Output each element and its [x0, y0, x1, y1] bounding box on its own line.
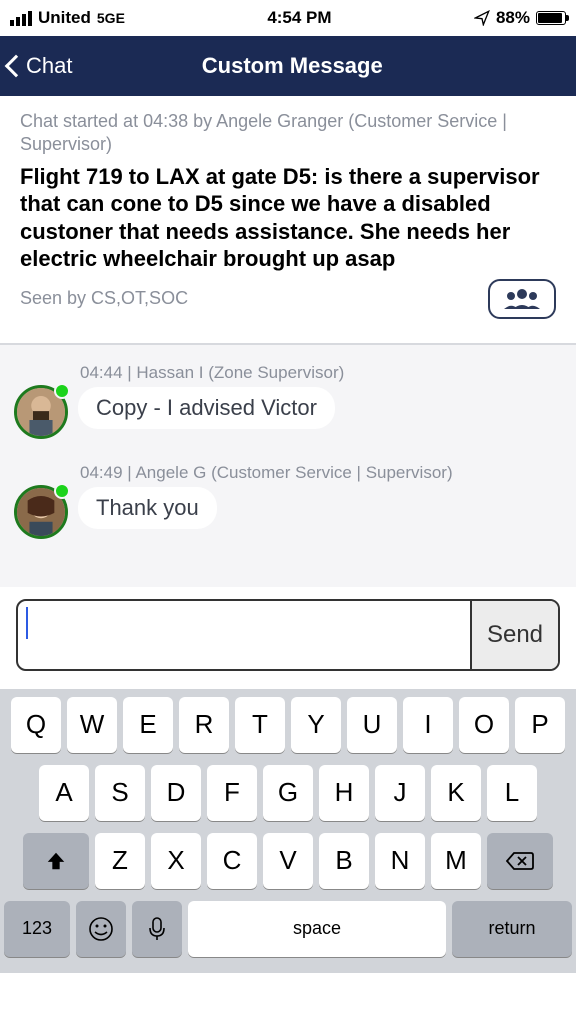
- avatar-wrap[interactable]: [14, 485, 68, 539]
- status-left: United 5GE: [10, 8, 125, 28]
- message-list[interactable]: 04:44 | Hassan I (Zone Supervisor) Copy …: [0, 345, 576, 587]
- presence-dot-icon: [54, 483, 70, 499]
- key-row-3: Z X C V B N M: [4, 833, 572, 889]
- carrier-label: United: [38, 8, 91, 28]
- key-s[interactable]: S: [95, 765, 145, 821]
- key-row-2: A S D F G H J K L: [4, 765, 572, 821]
- key-g[interactable]: G: [263, 765, 313, 821]
- key-v[interactable]: V: [263, 833, 313, 889]
- key-p[interactable]: P: [515, 697, 565, 753]
- key-j[interactable]: J: [375, 765, 425, 821]
- message-input-wrap: Send: [16, 599, 560, 671]
- avatar-wrap[interactable]: [14, 385, 68, 439]
- message-input[interactable]: [18, 601, 470, 669]
- key-k[interactable]: K: [431, 765, 481, 821]
- message-row: 04:49 | Angele G (Customer Service | Sup…: [14, 463, 562, 539]
- chat-header: Chat started at 04:38 by Angele Granger …: [0, 96, 576, 329]
- message-bubble[interactable]: Copy - I advised Victor: [78, 387, 335, 429]
- backspace-icon: [506, 851, 534, 871]
- key-i[interactable]: I: [403, 697, 453, 753]
- key-l[interactable]: L: [487, 765, 537, 821]
- key-b[interactable]: B: [319, 833, 369, 889]
- key-d[interactable]: D: [151, 765, 201, 821]
- mic-icon: [148, 916, 166, 942]
- group-icon: [502, 287, 542, 311]
- key-c[interactable]: C: [207, 833, 257, 889]
- key-t[interactable]: T: [235, 697, 285, 753]
- clock: 4:54 PM: [125, 8, 474, 28]
- initial-message: Flight 719 to LAX at gate D5: is there a…: [20, 163, 556, 273]
- message-meta: 04:49 | Angele G (Customer Service | Sup…: [80, 463, 453, 483]
- key-q[interactable]: Q: [11, 697, 61, 753]
- key-o[interactable]: O: [459, 697, 509, 753]
- nav-bar: Chat Custom Message: [0, 36, 576, 96]
- key-e[interactable]: E: [123, 697, 173, 753]
- text-cursor-icon: [26, 607, 28, 639]
- battery-pct: 88%: [496, 8, 530, 28]
- input-bar: Send: [0, 587, 576, 689]
- key-row-1: Q W E R T Y U I O P: [4, 697, 572, 753]
- key-z[interactable]: Z: [95, 833, 145, 889]
- key-space[interactable]: space: [188, 901, 446, 957]
- emoji-icon: [88, 916, 114, 942]
- key-dictation[interactable]: [132, 901, 182, 957]
- status-right: 88%: [474, 8, 566, 28]
- key-h[interactable]: H: [319, 765, 369, 821]
- key-return[interactable]: return: [452, 901, 572, 957]
- key-n[interactable]: N: [375, 833, 425, 889]
- key-emoji[interactable]: [76, 901, 126, 957]
- shift-icon: [45, 850, 67, 872]
- key-r[interactable]: R: [179, 697, 229, 753]
- seen-by-label: Seen by CS,OT,SOC: [20, 288, 188, 309]
- status-bar: United 5GE 4:54 PM 88%: [0, 0, 576, 36]
- message-bubble[interactable]: Thank you: [78, 487, 217, 529]
- network-label: 5GE: [97, 10, 125, 26]
- presence-dot-icon: [54, 383, 70, 399]
- page-title: Custom Message: [16, 53, 568, 79]
- key-f[interactable]: F: [207, 765, 257, 821]
- key-m[interactable]: M: [431, 833, 481, 889]
- signal-icon: [10, 11, 32, 26]
- key-x[interactable]: X: [151, 833, 201, 889]
- key-row-4: 123 space return: [4, 901, 572, 957]
- battery-icon: [536, 11, 566, 25]
- key-a[interactable]: A: [39, 765, 89, 821]
- message-row: 04:44 | Hassan I (Zone Supervisor) Copy …: [14, 363, 562, 439]
- message-meta: 04:44 | Hassan I (Zone Supervisor): [80, 363, 344, 383]
- send-button[interactable]: Send: [470, 601, 558, 669]
- participants-button[interactable]: [488, 279, 556, 319]
- key-y[interactable]: Y: [291, 697, 341, 753]
- key-backspace[interactable]: [487, 833, 553, 889]
- chat-started-label: Chat started at 04:38 by Angele Granger …: [20, 110, 556, 157]
- key-shift[interactable]: [23, 833, 89, 889]
- keyboard: Q W E R T Y U I O P A S D F G H J K L Z …: [0, 689, 576, 973]
- key-u[interactable]: U: [347, 697, 397, 753]
- key-numbers[interactable]: 123: [4, 901, 70, 957]
- key-w[interactable]: W: [67, 697, 117, 753]
- location-icon: [474, 10, 490, 26]
- chat-area: Chat started at 04:38 by Angele Granger …: [0, 96, 576, 587]
